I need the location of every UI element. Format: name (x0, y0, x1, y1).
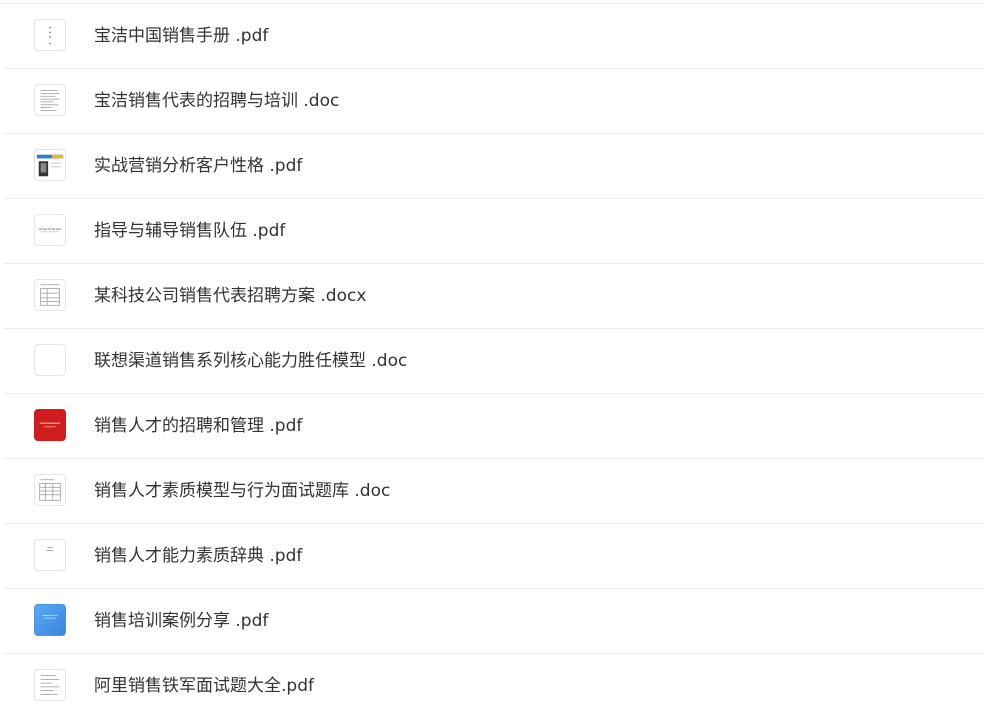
file-name: 销售人才素质模型与行为面试题库 .doc (94, 481, 391, 501)
file-name: 阿里销售铁军面试题大全.pdf (94, 676, 314, 696)
file-name: 某科技公司销售代表招聘方案 .docx (94, 286, 367, 306)
pdf-thumbnail-icon (34, 409, 66, 441)
file-name: 联想渠道销售系列核心能力胜任模型 .doc (94, 351, 408, 371)
file-row[interactable]: 实战营销分析客户性格 .pdf (4, 134, 984, 199)
pdf-thumbnail-icon (34, 149, 66, 181)
doc-thumbnail-icon (34, 344, 66, 376)
pdf-thumbnail-icon (34, 19, 66, 51)
file-row[interactable]: 宝洁中国销售手册 .pdf (4, 4, 984, 69)
pdf-thumbnail-icon (34, 539, 66, 571)
file-name: 指导与辅导销售队伍 .pdf (94, 221, 286, 241)
file-name: 销售人才的招聘和管理 .pdf (94, 416, 303, 436)
file-name: 实战营销分析客户性格 .pdf (94, 156, 303, 176)
file-row[interactable]: 销售人才的招聘和管理 .pdf (4, 394, 984, 459)
file-row[interactable]: 宝洁销售代表的招聘与培训 .doc (4, 69, 984, 134)
pdf-thumbnail-icon (34, 604, 66, 636)
file-row[interactable]: 某科技公司销售代表招聘方案 .docx (4, 264, 984, 329)
file-name: 宝洁中国销售手册 .pdf (94, 26, 269, 46)
file-list: 宝洁中国销售手册 .pdf 宝洁销售代表的招聘与培训 .doc 实战营销分析客户… (0, 3, 984, 718)
doc-thumbnail-icon (34, 84, 66, 116)
doc-thumbnail-icon (34, 474, 66, 506)
file-row[interactable]: 阿里销售铁军面试题大全.pdf (4, 654, 984, 718)
file-row[interactable]: 销售培训案例分享 .pdf (4, 589, 984, 654)
file-row[interactable]: 销售人才能力素质辞典 .pdf (4, 524, 984, 589)
file-name: 销售人才能力素质辞典 .pdf (94, 546, 303, 566)
file-row[interactable]: 联想渠道销售系列核心能力胜任模型 .doc (4, 329, 984, 394)
pdf-thumbnail-icon (34, 214, 66, 246)
file-row[interactable]: 销售人才素质模型与行为面试题库 .doc (4, 459, 984, 524)
docx-thumbnail-icon (34, 279, 66, 311)
file-name: 宝洁销售代表的招聘与培训 .doc (94, 91, 340, 111)
file-row[interactable]: 指导与辅导销售队伍 .pdf (4, 199, 984, 264)
file-name: 销售培训案例分享 .pdf (94, 611, 269, 631)
pdf-thumbnail-icon (34, 669, 66, 701)
